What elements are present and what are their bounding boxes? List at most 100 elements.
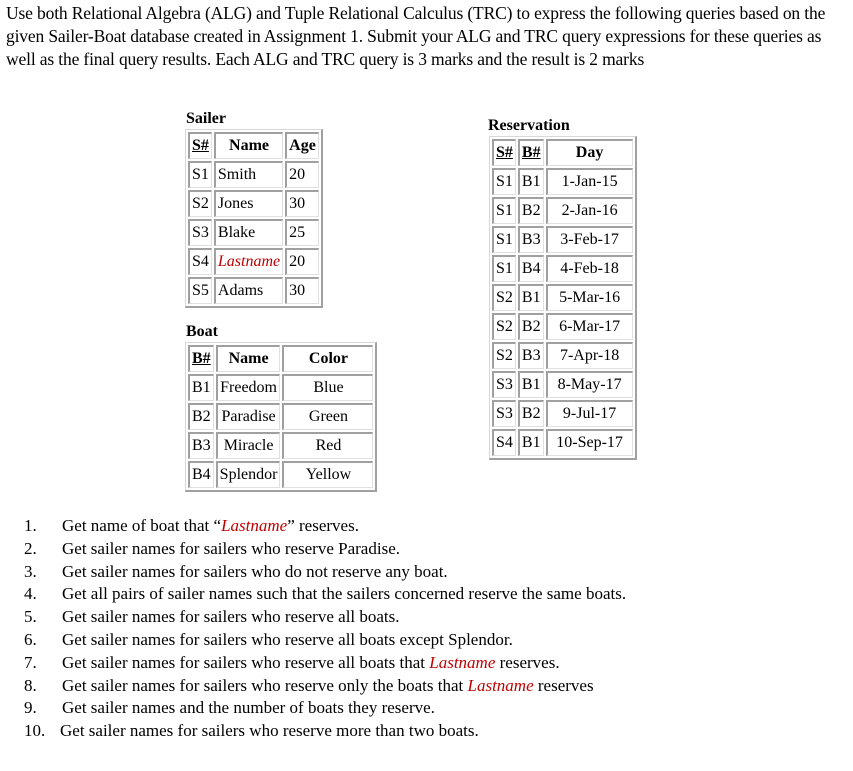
list-item: 2. Get sailer names for sailers who reser… [24, 538, 626, 561]
cell-bno: B2 [517, 313, 544, 340]
reservation-header-row: S# B# Day [492, 139, 633, 166]
column-header-sno: S# [188, 132, 212, 159]
cell-sno: S3 [492, 400, 516, 427]
item-number: 7. [24, 652, 37, 672]
query-list: 1. Get name of boat that “Lastname” reser… [24, 515, 626, 743]
item-text-end: reserves. [495, 652, 560, 672]
item-number: 10. [24, 721, 46, 741]
column-header-name: Name [213, 132, 284, 159]
table-row: B3 Miracle Red [188, 432, 374, 459]
cell-bno: B4 [517, 255, 544, 282]
cell-color: Yellow [282, 461, 374, 488]
highlighted-name: Lastname [467, 675, 534, 695]
column-header-day: Day [545, 139, 633, 166]
cell-sno: S4 [492, 429, 516, 456]
table-row: B1 Freedom Blue [188, 374, 374, 401]
item-number: 8. [24, 675, 37, 695]
column-header-sno: S# [492, 139, 516, 166]
item-number: 5. [24, 607, 37, 627]
item-text: Get sailer names for sailers who reserve… [62, 607, 400, 627]
cell-age: 30 [285, 190, 319, 217]
item-text: Get sailer names and the number of boats… [62, 698, 435, 718]
boat-table: B# Name Color B1 Freedom Blue B2 Paradis… [185, 342, 378, 492]
cell-sno: S1 [492, 255, 516, 282]
cell-name: Miracle [215, 432, 281, 459]
cell-sno: S2 [492, 342, 516, 369]
table-row: S3 B1 8-May-17 [492, 371, 633, 398]
list-item: 4. Get all pairs of sailer names such tha… [24, 583, 626, 606]
item-text: Get sailer names for sailers who reserve… [62, 675, 468, 695]
item-number: 3. [24, 561, 37, 581]
cell-day: 10-Sep-17 [545, 429, 633, 456]
table-row: S2 Jones 30 [188, 190, 319, 217]
item-number: 9. [24, 698, 37, 718]
table-row: S5 Adams 30 [188, 277, 319, 304]
list-item: 3. Get sailer names for sailers who do no… [24, 561, 626, 584]
cell-name: Smith [213, 161, 284, 188]
cell-bno: B3 [517, 226, 544, 253]
list-item: 5. Get sailer names for sailers who reser… [24, 606, 626, 629]
item-text: Get sailer names for sailers who reserve… [62, 652, 430, 672]
cell-bno: B4 [188, 461, 214, 488]
sailer-table: S# Name Age S1 Smith 20 S2 Jones 30 S3 B… [185, 129, 323, 308]
cell-day: 6-Mar-17 [545, 313, 633, 340]
boat-header-row: B# Name Color [188, 345, 374, 372]
cell-bno: B2 [188, 403, 214, 430]
cell-sno: S2 [188, 190, 212, 217]
column-header-age: Age [285, 132, 319, 159]
cell-name: Jones [213, 190, 284, 217]
cell-day: 5-Mar-16 [545, 284, 633, 311]
cell-day: 7-Apr-18 [545, 342, 633, 369]
list-item: 10. Get sailer names for sailers who rese… [24, 720, 626, 743]
cell-day: 8-May-17 [545, 371, 633, 398]
list-item: 1. Get name of boat that “Lastname” reser… [24, 515, 626, 538]
item-text: Get sailer names for sailers who reserve… [62, 629, 513, 649]
table-row: B2 Paradise Green [188, 403, 374, 430]
cell-bno: B1 [188, 374, 214, 401]
cell-day: 1-Jan-15 [545, 168, 633, 195]
list-item: 7. Get sailer names for sailers who reser… [24, 652, 626, 675]
cell-name: Paradise [215, 403, 281, 430]
cell-sno: S4 [188, 248, 212, 275]
cell-day: 3-Feb-17 [545, 226, 633, 253]
cell-bno: B1 [517, 284, 544, 311]
table-row: S2 B1 5-Mar-16 [492, 284, 633, 311]
cell-name-highlighted: Lastname [213, 248, 284, 275]
item-text: Get sailer names for sailers who reserve… [62, 538, 400, 558]
item-text: Get name of boat that “ [62, 516, 222, 535]
item-text-end: ” reserves. [287, 516, 359, 535]
table-row: B4 Splendor Yellow [188, 461, 374, 488]
item-text: Get sailer names for sailers who do not … [62, 561, 448, 581]
cell-day: 9-Jul-17 [545, 400, 633, 427]
item-number: 6. [24, 629, 37, 649]
column-header-bno: B# [517, 139, 544, 166]
cell-age: 25 [285, 219, 319, 246]
cell-bno: B3 [517, 342, 544, 369]
table-row: S2 B3 7-Apr-18 [492, 342, 633, 369]
table-row: S1 B3 3-Feb-17 [492, 226, 633, 253]
cell-bno: B2 [517, 197, 544, 224]
cell-day: 2-Jan-16 [545, 197, 633, 224]
item-text: Get all pairs of sailer names such that … [62, 584, 627, 604]
item-text: Get sailer names for sailers who reserve… [60, 721, 479, 741]
cell-bno: B1 [517, 168, 544, 195]
cell-sno: S1 [492, 168, 516, 195]
table-row: S1 B1 1-Jan-15 [492, 168, 633, 195]
cell-sno: S3 [188, 219, 212, 246]
sailer-header-row: S# Name Age [188, 132, 319, 159]
cell-color: Blue [282, 374, 374, 401]
cell-sno: S1 [188, 161, 212, 188]
cell-sno: S3 [492, 371, 516, 398]
cell-color: Red [282, 432, 374, 459]
cell-age: 30 [285, 277, 319, 304]
list-item: 6. Get sailer names for sailers who reser… [24, 629, 626, 652]
table-row: S4 B1 10-Sep-17 [492, 429, 633, 456]
cell-sno: S1 [492, 226, 516, 253]
table-row: S3 Blake 25 [188, 219, 319, 246]
item-number: 2. [24, 538, 37, 558]
highlighted-name: Lastname [221, 516, 288, 535]
column-header-color: Color [282, 345, 374, 372]
cell-color: Green [282, 403, 374, 430]
column-header-bno: B# [188, 345, 214, 372]
cell-age: 20 [285, 161, 319, 188]
